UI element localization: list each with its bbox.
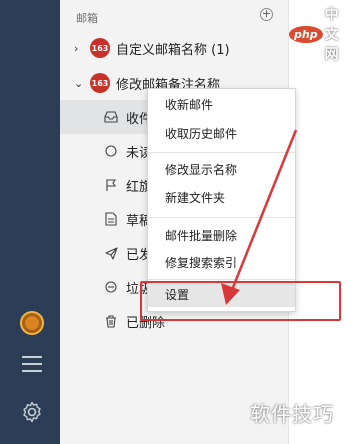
watermark-text: 软件技巧 bbox=[250, 402, 334, 426]
trash-icon bbox=[104, 314, 118, 328]
chevron-right-icon[interactable]: › bbox=[74, 42, 86, 55]
menu-item-new-folder[interactable]: 新建文件夹 bbox=[148, 186, 295, 210]
draft-icon bbox=[104, 212, 118, 226]
context-menu: 收新邮件 收取历史邮件 修改显示名称 新建文件夹 邮件批量删除 修复搜索索引 设… bbox=[147, 88, 296, 312]
flag-icon bbox=[104, 178, 118, 192]
menu-divider bbox=[148, 152, 295, 153]
highlight-box bbox=[140, 281, 341, 321]
inbox-icon bbox=[104, 110, 118, 124]
sent-icon bbox=[104, 246, 118, 260]
menu-item-repair-index[interactable]: 修复搜索索引 bbox=[148, 251, 295, 275]
add-icon[interactable]: + bbox=[260, 8, 273, 21]
menu-item-rename-display[interactable]: 修改显示名称 bbox=[148, 158, 295, 182]
account-badge: 163 bbox=[90, 38, 110, 58]
menu-item-receive-new[interactable]: 收新邮件 bbox=[148, 93, 295, 117]
spam-icon bbox=[104, 280, 118, 294]
unread-icon bbox=[104, 144, 118, 158]
avatar[interactable] bbox=[20, 311, 44, 335]
menu-item-batch-delete[interactable]: 邮件批量删除 bbox=[148, 224, 295, 248]
menu-item-receive-history[interactable]: 收取历史邮件 bbox=[148, 122, 295, 146]
left-rail bbox=[0, 0, 60, 444]
account-row-1[interactable]: › 163 自定义邮箱名称 (1) bbox=[74, 37, 230, 59]
main-area: php 中文网 bbox=[288, 0, 358, 444]
gear-icon[interactable] bbox=[20, 400, 44, 424]
php-logo: php 中文网 bbox=[289, 4, 352, 64]
chevron-down-icon[interactable]: ⌄ bbox=[74, 77, 86, 90]
account-name: 自定义邮箱名称 (1) bbox=[116, 42, 230, 58]
panel-header: 邮箱 bbox=[76, 12, 98, 25]
menu-divider bbox=[148, 279, 295, 280]
menu-icon[interactable] bbox=[22, 356, 42, 372]
menu-divider bbox=[148, 217, 295, 218]
account-badge: 163 bbox=[90, 73, 110, 93]
